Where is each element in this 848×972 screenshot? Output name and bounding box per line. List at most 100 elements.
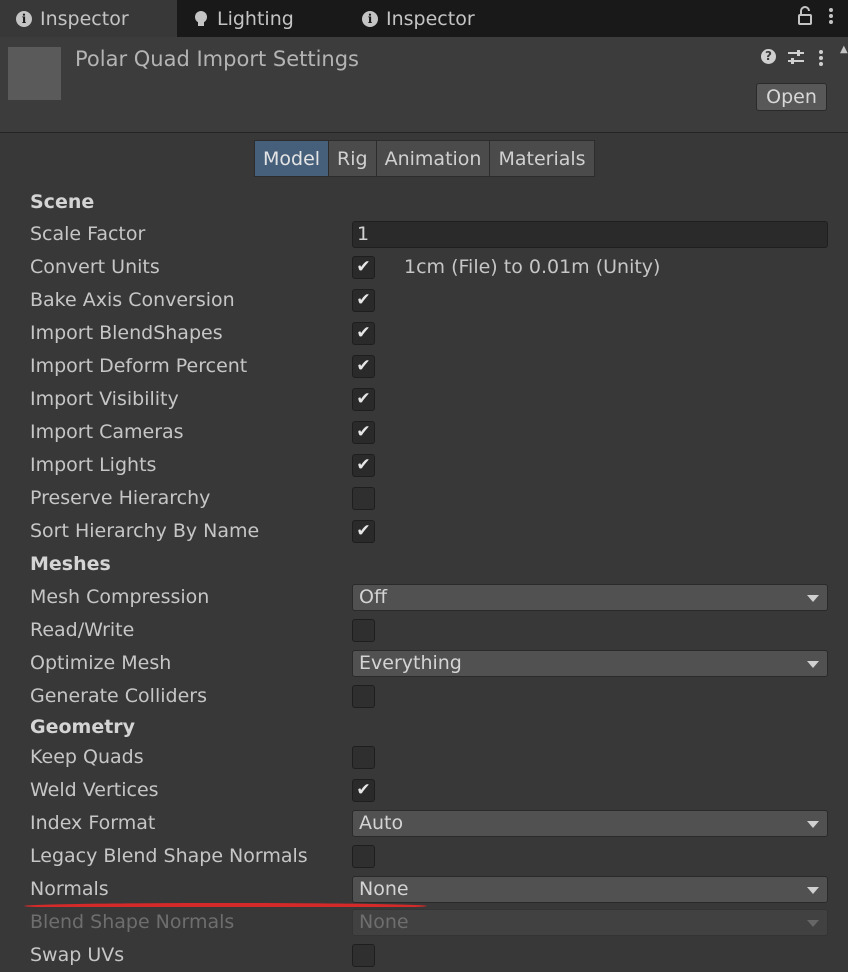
- section-heading: Geometry: [30, 716, 136, 738]
- section-header-geometry: Geometry: [0, 713, 848, 741]
- dropdown-arrow-icon: [807, 920, 819, 927]
- row-normals: Normals None: [0, 873, 848, 906]
- field-label: Read/Write: [30, 619, 135, 641]
- sort-hierarchy-checkbox[interactable]: ✔: [352, 520, 375, 543]
- tab-lighting[interactable]: Lighting: [193, 0, 353, 37]
- asset-thumbnail: [8, 47, 61, 100]
- normals-dropdown[interactable]: None: [352, 876, 828, 903]
- row-weld-vertices: Weld Vertices ✔: [0, 774, 848, 807]
- dropdown-arrow-icon: [807, 887, 819, 894]
- field-label: Blend Shape Normals: [30, 911, 235, 933]
- dropdown-value: Everything: [359, 652, 462, 674]
- row-mesh-compression: Mesh Compression Off: [0, 581, 848, 614]
- mesh-compression-dropdown[interactable]: Off: [352, 584, 828, 611]
- annotation-underline: [24, 903, 427, 909]
- lightbulb-icon: [193, 10, 209, 27]
- lock-icon[interactable]: [797, 6, 813, 31]
- field-label: Import Cameras: [30, 421, 184, 443]
- row-keep-quads: Keep Quads: [0, 741, 848, 774]
- field-label: Scale Factor: [30, 223, 146, 245]
- field-label: Sort Hierarchy By Name: [30, 520, 260, 542]
- convert-units-checkbox[interactable]: ✔: [352, 256, 375, 279]
- tab-materials[interactable]: Materials: [489, 140, 595, 177]
- open-button[interactable]: Open: [756, 83, 827, 111]
- preserve-hierarchy-checkbox[interactable]: [352, 487, 375, 510]
- row-legacy-blend-normals: Legacy Blend Shape Normals: [0, 840, 848, 873]
- convert-units-note: 1cm (File) to 0.01m (Unity): [404, 256, 661, 278]
- row-blend-shape-normals: Blend Shape Normals None: [0, 906, 848, 939]
- tab-inspector[interactable]: i Inspector: [0, 0, 177, 37]
- import-lights-checkbox[interactable]: ✔: [352, 454, 375, 477]
- field-label: Legacy Blend Shape Normals: [30, 845, 308, 867]
- import-visibility-checkbox[interactable]: ✔: [352, 388, 375, 411]
- row-read-write: Read/Write: [0, 614, 848, 647]
- section-header-meshes: Meshes: [0, 548, 848, 581]
- import-deform-checkbox[interactable]: ✔: [352, 355, 375, 378]
- context-menu-icon[interactable]: [818, 49, 824, 67]
- dropdown-value: Off: [359, 586, 388, 608]
- import-cameras-checkbox[interactable]: ✔: [352, 421, 375, 444]
- help-icon[interactable]: ?: [761, 49, 776, 64]
- field-label: Index Format: [30, 812, 156, 834]
- tab-animation[interactable]: Animation: [375, 140, 491, 177]
- field-label: Import Visibility: [30, 388, 179, 410]
- field-label: Optimize Mesh: [30, 652, 172, 674]
- dropdown-arrow-icon: [807, 821, 819, 828]
- tab-lighting-label: Lighting: [217, 7, 294, 30]
- tab-rig[interactable]: Rig: [328, 140, 377, 177]
- field-label: Normals: [30, 878, 109, 900]
- field-label: Import Lights: [30, 454, 157, 476]
- field-label: Keep Quads: [30, 746, 144, 768]
- page-title: Polar Quad Import Settings: [75, 47, 359, 71]
- field-label: Import BlendShapes: [30, 322, 223, 344]
- row-import-deform: Import Deform Percent ✔: [0, 350, 848, 383]
- dropdown-arrow-icon: [807, 661, 819, 668]
- window-tab-strip: i Inspector Lighting i Inspector: [0, 0, 848, 37]
- read-write-checkbox[interactable]: [352, 619, 375, 642]
- row-optimize-mesh: Optimize Mesh Everything: [0, 647, 848, 680]
- keep-quads-checkbox[interactable]: [352, 746, 375, 769]
- row-convert-units: Convert Units ✔ 1cm (File) to 0.01m (Uni…: [0, 251, 848, 284]
- row-import-blendshapes: Import BlendShapes ✔: [0, 317, 848, 350]
- field-label: Preserve Hierarchy: [30, 487, 211, 509]
- scale-factor-field[interactable]: 1: [352, 221, 828, 248]
- presets-sliders-icon[interactable]: [787, 49, 805, 65]
- field-label: Import Deform Percent: [30, 355, 248, 377]
- field-label: Generate Colliders: [30, 685, 207, 707]
- generate-colliders-checkbox[interactable]: [352, 685, 375, 708]
- section-header-scene: Scene: [0, 186, 848, 218]
- swap-uvs-checkbox[interactable]: [352, 944, 375, 967]
- info-icon: i: [362, 10, 378, 27]
- section-heading: Scene: [30, 191, 95, 213]
- tab-model[interactable]: Model: [254, 140, 330, 177]
- model-settings-panel: Scene Scale Factor 1 Convert Units ✔ 1cm…: [0, 186, 848, 972]
- dropdown-value: None: [359, 911, 409, 933]
- dropdown-arrow-icon: [807, 595, 819, 602]
- import-blendshapes-checkbox[interactable]: ✔: [352, 322, 375, 345]
- dropdown-value: Auto: [359, 812, 404, 834]
- tab-inspector-2-label: Inspector: [386, 7, 475, 30]
- more-options-icon[interactable]: [828, 6, 834, 31]
- inspector-header: Polar Quad Import Settings ? Open: [0, 37, 848, 133]
- row-import-cameras: Import Cameras ✔: [0, 416, 848, 449]
- bake-axis-checkbox[interactable]: ✔: [352, 289, 375, 312]
- info-icon: i: [16, 10, 32, 27]
- field-label: Weld Vertices: [30, 779, 159, 801]
- row-import-lights: Import Lights ✔: [0, 449, 848, 482]
- weld-vertices-checkbox[interactable]: ✔: [352, 779, 375, 802]
- field-label: Swap UVs: [30, 944, 125, 966]
- optimize-mesh-dropdown[interactable]: Everything: [352, 650, 828, 677]
- tab-inspector-2[interactable]: i Inspector: [362, 0, 522, 37]
- scroll-up-arrow-icon[interactable]: ▲: [840, 44, 848, 55]
- legacy-blend-normals-checkbox[interactable]: [352, 845, 375, 868]
- import-section-tabs: Model Rig Animation Materials: [254, 140, 595, 177]
- field-label: Mesh Compression: [30, 586, 210, 608]
- row-scale-factor: Scale Factor 1: [0, 218, 848, 251]
- tab-inspector-label: Inspector: [40, 7, 129, 30]
- dropdown-value: None: [359, 878, 409, 900]
- blend-shape-normals-dropdown: None: [352, 909, 828, 936]
- row-sort-hierarchy: Sort Hierarchy By Name ✔: [0, 515, 848, 548]
- index-format-dropdown[interactable]: Auto: [352, 810, 828, 837]
- row-bake-axis: Bake Axis Conversion ✔: [0, 284, 848, 317]
- field-label: Bake Axis Conversion: [30, 289, 235, 311]
